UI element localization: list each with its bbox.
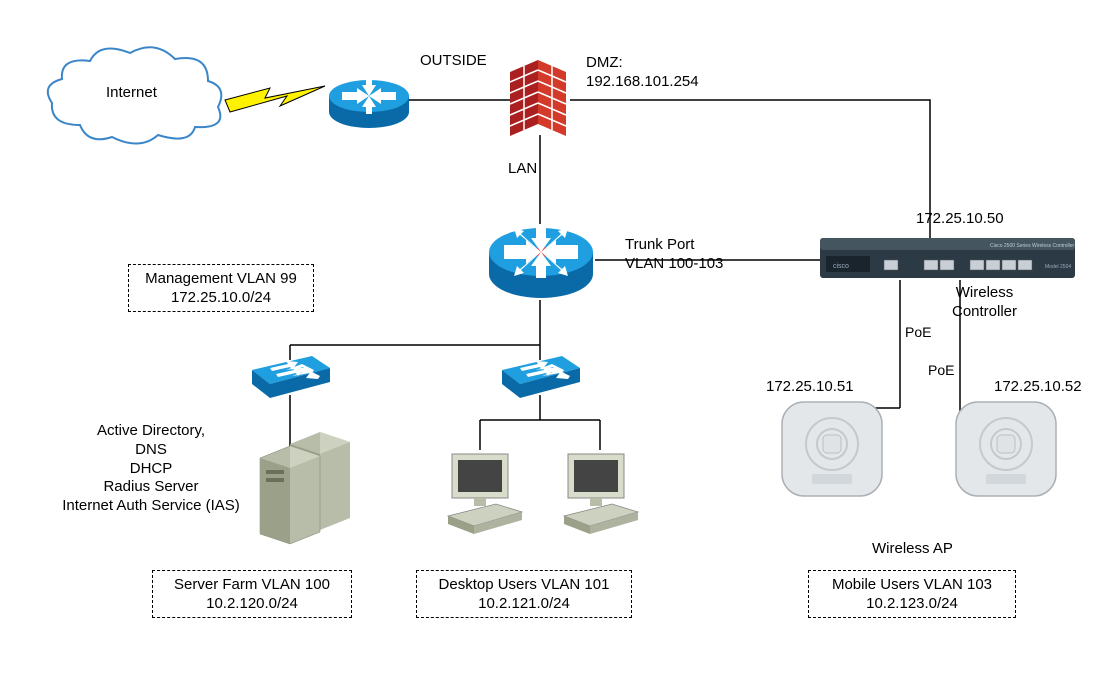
server-farm-box: Server Farm VLAN 100 10.2.120.0/24 bbox=[152, 570, 352, 618]
firewall-icon bbox=[510, 60, 570, 138]
mgmt-vlan-line1: Management VLAN 99 bbox=[129, 269, 313, 289]
router-icon bbox=[326, 68, 412, 132]
dmz-ip: 192.168.101.254 bbox=[586, 73, 699, 92]
ap-1-icon bbox=[780, 400, 884, 500]
ap2-ip: 172.25.10.52 bbox=[994, 378, 1082, 397]
core-switch-icon bbox=[486, 214, 596, 304]
trunk-vlans-label: VLAN 100-103 bbox=[625, 255, 723, 274]
mobile-line1: Mobile Users VLAN 103 bbox=[809, 575, 1015, 595]
server-farm-line2: 10.2.120.0/24 bbox=[153, 594, 351, 614]
svg-text:cisco: cisco bbox=[833, 263, 849, 270]
lan-label: LAN bbox=[508, 160, 537, 179]
poe-1-label: PoE bbox=[905, 324, 931, 342]
servers-icon bbox=[256, 432, 356, 542]
lightning-icon bbox=[225, 82, 330, 117]
mgmt-vlan-line2: 172.25.10.0/24 bbox=[129, 288, 313, 308]
ap1-ip: 172.25.10.51 bbox=[766, 378, 854, 397]
trunk-port-label: Trunk Port bbox=[625, 236, 694, 255]
mobile-users-box: Mobile Users VLAN 103 10.2.123.0/24 bbox=[808, 570, 1016, 618]
wlc-icon: Cisco 2500 Series Wireless Controller ci… bbox=[820, 238, 1075, 282]
mobile-line2: 10.2.123.0/24 bbox=[809, 594, 1015, 614]
server-farm-line1: Server Farm VLAN 100 bbox=[153, 575, 351, 595]
dmz-label: DMZ: bbox=[586, 54, 623, 73]
access-switch-1-icon bbox=[252, 356, 330, 400]
desktop-users-box: Desktop Users VLAN 101 10.2.121.0/24 bbox=[416, 570, 632, 618]
desktop-line2: 10.2.121.0/24 bbox=[417, 594, 631, 614]
internet-label: Internet bbox=[106, 84, 157, 103]
mgmt-vlan-box: Management VLAN 99 172.25.10.0/24 bbox=[128, 264, 314, 312]
desktop-line1: Desktop Users VLAN 101 bbox=[417, 575, 631, 595]
svg-text:Model 2504: Model 2504 bbox=[1045, 264, 1071, 270]
services-label: Active Directory, DNS DHCP Radius Server… bbox=[56, 422, 246, 516]
svg-text:Cisco 2500 Series Wireless Con: Cisco 2500 Series Wireless Controller bbox=[990, 243, 1075, 249]
wireless-controller-label: Wireless Controller bbox=[952, 284, 1017, 322]
pc-2-icon bbox=[560, 450, 640, 536]
access-switch-2-icon bbox=[502, 356, 580, 400]
wireless-ap-label: Wireless AP bbox=[872, 540, 953, 559]
pc-1-icon bbox=[444, 450, 524, 536]
network-diagram: Internet bbox=[0, 0, 1111, 674]
wlc-ip: 172.25.10.50 bbox=[916, 210, 1004, 229]
ap-2-icon bbox=[954, 400, 1058, 500]
poe-2-label: PoE bbox=[928, 362, 954, 380]
outside-label: OUTSIDE bbox=[420, 52, 487, 71]
